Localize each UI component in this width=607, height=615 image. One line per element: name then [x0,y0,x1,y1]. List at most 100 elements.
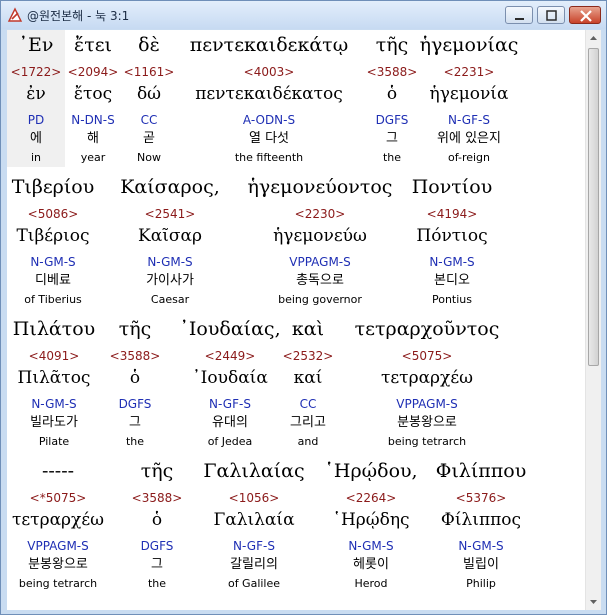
strong-number-link[interactable]: <2094> [68,65,119,79]
greek-word[interactable]: ῾Ηρῴδου, [324,460,417,482]
korean-gloss: 본디오 [434,273,470,288]
greek-word[interactable]: ἡγεμονίας [420,34,519,56]
lemma: τετραρχέω [11,510,105,530]
lemma: Φίλιππος [440,510,522,530]
morphology-code[interactable]: N-GF-S [209,397,251,411]
strong-number-link[interactable]: <5075> [402,349,453,363]
greek-word[interactable]: ἔτει [74,34,112,56]
strong-number-link[interactable]: <2449> [205,349,256,363]
greek-word[interactable]: Γαλιλαίας [203,460,304,482]
scrollbar-thumb[interactable] [588,48,599,366]
lemma: ἔτος [73,84,113,104]
lemma: ἐν [26,84,46,104]
morphology-code[interactable]: DGFS [376,113,409,127]
korean-gloss: 그 [129,415,141,430]
morphology-code[interactable]: N-GM-S [30,255,75,269]
greek-word[interactable]: Πιλάτου [13,318,95,340]
morphology-code[interactable]: DGFS [141,539,174,553]
morphology-code[interactable]: N-GF-S [448,113,490,127]
greek-word[interactable]: ----- [42,460,74,482]
greek-word[interactable]: πεντεκαιδεκάτῳ [190,34,348,56]
close-icon [580,10,592,22]
strong-number-link[interactable]: <5376> [456,491,507,505]
korean-gloss: 빌립이 [463,557,499,572]
greek-word[interactable]: ᾿Ιουδαίας, [179,318,280,340]
interlinear-view[interactable]: ᾿Εν ἔτει δὲ πεντεκαιδεκάτῳ τῆς ἡγεμονίας… [7,30,601,610]
lemma: ὁ [151,510,163,530]
korean-gloss: 분봉왕으로 [397,415,457,430]
strong-number-link[interactable]: <4091> [29,349,80,363]
english-gloss: the [382,151,402,164]
morphology-code[interactable]: VPPAGM-S [27,539,89,553]
strong-number-link[interactable]: <1056> [229,491,280,505]
morphology-code[interactable]: PD [28,113,44,127]
morphology-code[interactable]: N-GF-S [233,539,275,553]
korean-gloss: 그리고 [290,415,326,430]
strong-number-link[interactable]: <2231> [444,65,495,79]
title-bar[interactable]: @원전본해 - 눅 3:1 [1,1,606,29]
close-button[interactable] [569,6,601,24]
vertical-scrollbar[interactable] [585,30,601,610]
english-gloss: the [125,435,145,448]
english-gloss: of-reign [447,151,491,164]
morphology-code[interactable]: N-GM-S [458,539,503,553]
morphology-code[interactable]: N-GM-S [31,397,76,411]
greek-word[interactable]: Τιβερίου [12,176,95,198]
scroll-up-icon[interactable] [586,30,601,46]
greek-word[interactable]: Καίσαρος, [120,176,220,198]
morphology-code[interactable]: VPPAGM-S [396,397,458,411]
strong-number-link[interactable]: <1722> [11,65,62,79]
strong-number-link[interactable]: <3588> [367,65,418,79]
greek-word[interactable]: τῆς [376,34,409,56]
korean-gloss: 위에 있은지 [437,131,501,146]
morphology-code[interactable]: DGFS [119,397,152,411]
english-gloss: the [147,577,167,590]
strong-number-link[interactable]: <*5075> [30,491,87,505]
strong-number-link[interactable]: <2264> [346,491,397,505]
morphology-code[interactable]: CC [141,113,158,127]
maximize-button[interactable] [537,6,565,24]
lemma: πεντεκαιδέκατος [195,84,343,104]
strong-number-link[interactable]: <2230> [295,207,346,221]
greek-word[interactable]: τῆς [141,460,174,482]
maximize-icon [546,10,557,21]
english-gloss: Pontius [431,293,473,306]
strong-number-link[interactable]: <4194> [427,207,478,221]
morphology-code[interactable]: N-GM-S [429,255,474,269]
morphology-code[interactable]: A-ODN-S [243,113,295,127]
morphology-code[interactable]: CC [300,397,317,411]
korean-gloss: 빌라도가 [30,415,78,430]
lemma: Τιβέριος [16,226,90,246]
strong-number-link[interactable]: <1161> [124,65,175,79]
scroll-down-icon[interactable] [586,594,601,610]
greek-word[interactable]: ἡγεμονεύοντος [248,176,393,198]
greek-word[interactable]: δὲ [138,34,160,56]
minimize-button[interactable] [505,6,533,24]
english-gloss: being tetrarch [387,435,467,448]
greek-word[interactable]: τετραρχοῦντος [355,318,500,340]
korean-gloss: 에 [30,131,42,146]
english-gloss: of Jedea [207,435,253,448]
english-gloss: of Galilee [227,577,281,590]
strong-number-link[interactable]: <5086> [28,207,79,221]
english-gloss: being tetrarch [18,577,98,590]
greek-word[interactable]: Φιλίππου [436,460,526,482]
morphology-code[interactable]: N-GM-S [348,539,393,553]
greek-word[interactable]: τῆς [119,318,152,340]
lemma: Γαλιλαία [213,510,295,530]
strong-number-link[interactable]: <3588> [132,491,183,505]
greek-word[interactable]: Ποντίου [412,176,493,198]
lemma: ἡγεμονία [429,84,509,104]
greek-word[interactable]: ᾿Εν [19,34,54,56]
strong-number-link[interactable]: <2541> [145,207,196,221]
strong-number-link[interactable]: <2532> [283,349,334,363]
morphology-code[interactable]: N-GM-S [147,255,192,269]
strong-number-link[interactable]: <4003> [244,65,295,79]
english-gloss: and [297,435,319,448]
lemma: ὁ [386,84,398,104]
morphology-code[interactable]: VPPAGM-S [289,255,351,269]
lemma: Καῖσαρ [138,226,202,246]
greek-word[interactable]: καὶ [292,318,324,340]
strong-number-link[interactable]: <3588> [110,349,161,363]
morphology-code[interactable]: N-DN-S [71,113,114,127]
